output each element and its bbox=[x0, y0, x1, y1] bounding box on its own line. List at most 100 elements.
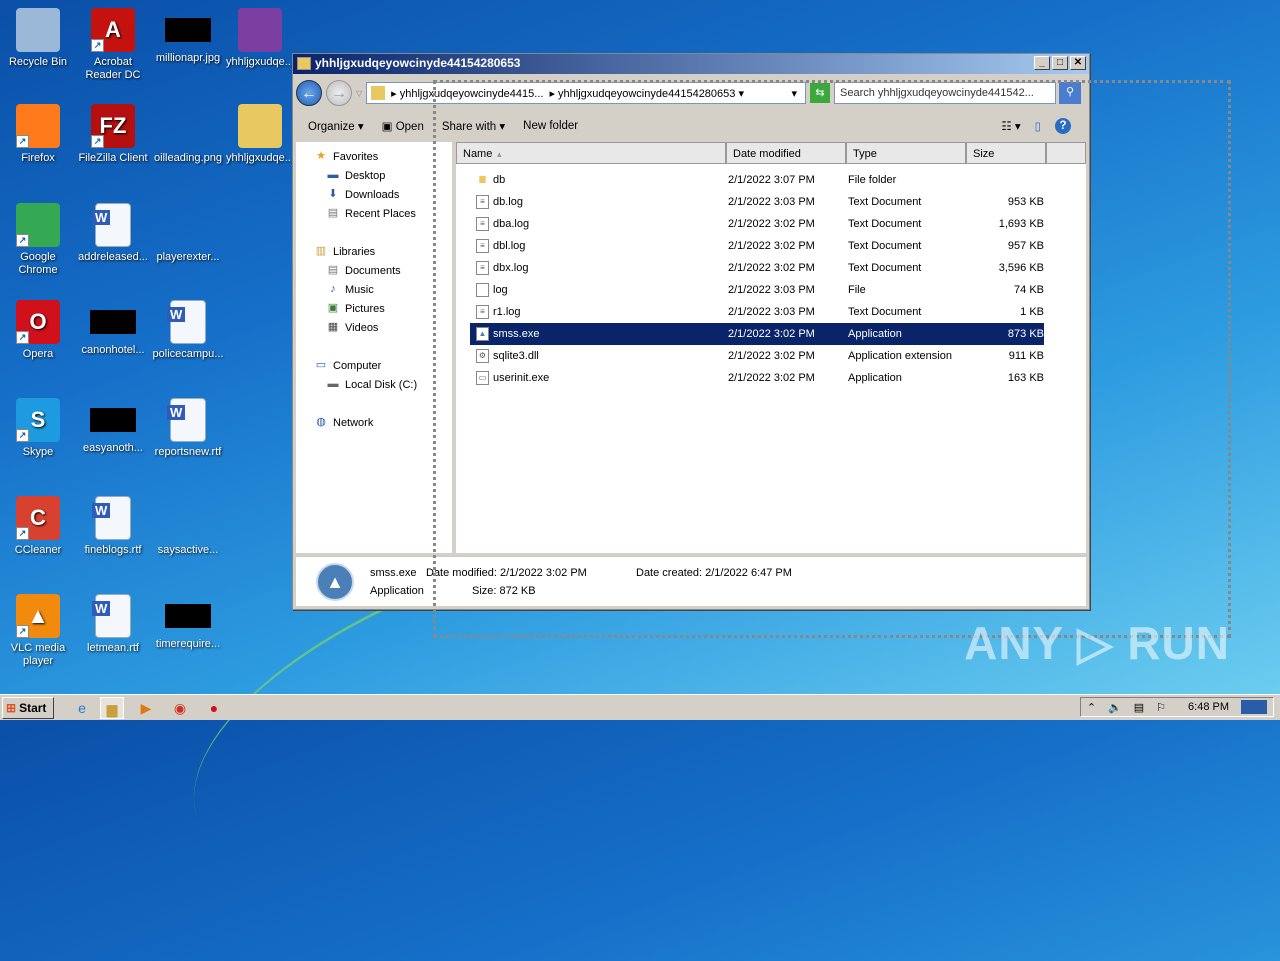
nav-item-downloads[interactable]: ⬇ Downloads bbox=[326, 188, 399, 201]
desktop-icon[interactable]: C ↗ CCleaner bbox=[0, 496, 76, 557]
desktop-icon[interactable]: O ↗ Opera bbox=[0, 300, 76, 361]
forward-button[interactable]: → bbox=[326, 80, 352, 106]
nav-item-documents[interactable]: ▤ Documents bbox=[326, 264, 401, 277]
desktop-icon[interactable]: Wletmean.rtf bbox=[75, 594, 151, 655]
desktop-icon-label: Firefox bbox=[21, 152, 55, 164]
file-row[interactable]: ≡ db.log 2/1/2022 3:03 PM Text Document 953 … bbox=[470, 191, 1044, 213]
explorer-taskbar-icon[interactable]: ▆ bbox=[100, 696, 124, 719]
desktop-icon[interactable]: ↗ Google Chrome bbox=[0, 203, 76, 277]
show-desktop-button[interactable] bbox=[1241, 700, 1267, 714]
nav-item-videos[interactable]: ▦ Videos bbox=[326, 321, 379, 334]
desktop-icon[interactable]: ▲ ↗ VLC media player bbox=[0, 594, 76, 668]
desktop-icon[interactable]: Recycle Bin bbox=[0, 8, 76, 69]
desktop-icon[interactable]: saysactive... bbox=[150, 496, 226, 557]
desktop-icon[interactable]: A ↗ Acrobat Reader DC bbox=[75, 8, 151, 82]
details-created: Date created: 2/1/2022 6:47 PM bbox=[636, 567, 792, 579]
documents-icon: ▤ bbox=[327, 264, 339, 276]
file-row[interactable]: ≡ r1.log 2/1/2022 3:03 PM Text Document 1 KB bbox=[470, 301, 1044, 323]
network-warning-icon[interactable]: ▤ bbox=[1134, 701, 1144, 714]
desktop-icon[interactable]: yhhljgxudqe... bbox=[222, 104, 298, 165]
open-button[interactable]: ▣ Open bbox=[382, 119, 424, 133]
opera-icon[interactable]: ● bbox=[202, 697, 226, 719]
address-dropdown-icon[interactable]: ▾ bbox=[791, 87, 797, 100]
file-row[interactable]: ⚙ sqlite3.dll 2/1/2022 3:02 PM Application … bbox=[470, 345, 1044, 367]
blank-file-icon bbox=[166, 104, 210, 148]
desktop-icon[interactable]: playerexter... bbox=[150, 203, 226, 264]
firefox-icon: ↗ bbox=[16, 104, 60, 148]
ie-icon[interactable]: e bbox=[70, 697, 94, 719]
desktop-icon[interactable]: S ↗ Skype bbox=[0, 398, 76, 459]
minimize-button[interactable]: _ bbox=[1034, 56, 1050, 70]
breadcrumb-current[interactable]: ▸ yhhljgxudqeyowcinyde44154280653 ▾ bbox=[549, 87, 744, 100]
desktop-icon[interactable]: timerequire... bbox=[150, 594, 226, 651]
desktop-icon[interactable]: yhhljgxudqe... bbox=[222, 8, 298, 69]
new-folder-button[interactable]: New folder bbox=[523, 120, 578, 132]
file-size: 3,596 KB bbox=[998, 262, 1044, 274]
refresh-button[interactable]: ⇆ bbox=[810, 83, 830, 103]
nav-item-network[interactable]: ◍ Network bbox=[314, 416, 373, 429]
view-options-icon[interactable]: ☷ ▾ bbox=[1001, 119, 1020, 133]
help-icon[interactable]: ? bbox=[1055, 118, 1071, 134]
exe-icon: ▭ bbox=[476, 371, 489, 385]
nav-item-favorites[interactable]: ★ Favorites bbox=[314, 150, 378, 163]
nav-item-local-disk-c-[interactable]: ▬ Local Disk (C:) bbox=[326, 378, 418, 391]
file-name: r1.log bbox=[493, 306, 521, 318]
file-row[interactable]: log 2/1/2022 3:03 PM File 74 KB bbox=[470, 279, 1044, 301]
title-bar[interactable]: yhhljgxudqeyowcinyde44154280653 _ □ ✕ bbox=[293, 54, 1089, 74]
nav-item-pictures[interactable]: ▣ Pictures bbox=[326, 302, 385, 315]
column-header-date[interactable]: Date modified bbox=[726, 142, 846, 164]
file-size: 953 KB bbox=[1007, 196, 1044, 208]
preview-pane-icon[interactable]: ▯ bbox=[1035, 119, 1041, 133]
address-bar[interactable]: ▸ yhhljgxudqeyowcinyde4415... ▸ yhhljgxu… bbox=[366, 82, 806, 104]
file-type: Text Document bbox=[848, 196, 922, 208]
maximize-button[interactable]: □ bbox=[1052, 56, 1068, 70]
app-icon: ▲ bbox=[316, 563, 354, 601]
column-header-size[interactable]: Size bbox=[966, 142, 1046, 164]
back-button[interactable]: ← bbox=[296, 80, 322, 106]
column-header-name[interactable]: Name ▲ bbox=[456, 142, 726, 164]
folder-icon bbox=[371, 86, 386, 100]
desktop-icon[interactable]: Wpolicecampu... bbox=[150, 300, 226, 361]
start-button[interactable]: ⊞ Start bbox=[2, 696, 54, 719]
nav-item-libraries[interactable]: ▥ Libraries bbox=[314, 245, 375, 258]
search-icon[interactable]: ⚲ bbox=[1059, 82, 1081, 104]
nav-item-computer[interactable]: ▭ Computer bbox=[314, 359, 382, 372]
desktop-icon[interactable]: Waddreleased... bbox=[75, 203, 151, 264]
desktop-icon-label: playerexter... bbox=[156, 251, 220, 263]
media-player-icon[interactable]: ▶ bbox=[134, 697, 158, 719]
desktop-icon[interactable]: Wreportsnew.rtf bbox=[150, 398, 226, 459]
search-input[interactable]: Search yhhljgxudqeyowcinyde441542... ⚲ bbox=[834, 82, 1081, 104]
file-row[interactable]: ▆ db 2/1/2022 3:07 PM File folder bbox=[470, 169, 1044, 191]
share-with-button[interactable]: Share with ▾ bbox=[442, 119, 505, 133]
recent-dropdown-icon[interactable]: ▽ bbox=[356, 89, 362, 98]
chrome-icon[interactable]: ◉ bbox=[168, 697, 192, 719]
desktop-icon[interactable]: millionapr.jpg bbox=[150, 8, 226, 65]
desktop-icon[interactable]: canonhotel... bbox=[75, 300, 151, 357]
close-button[interactable]: ✕ bbox=[1070, 56, 1086, 70]
desktop-icon-label: millionapr.jpg bbox=[155, 52, 221, 64]
nav-item-music[interactable]: ♪ Music bbox=[326, 283, 373, 296]
nav-item-desktop[interactable]: ▬ Desktop bbox=[326, 169, 386, 182]
file-row[interactable]: ▭ userinit.exe 2/1/2022 3:02 PM Application… bbox=[470, 367, 1044, 389]
desktop-icon[interactable]: Wfineblogs.rtf bbox=[75, 496, 151, 557]
desktop-icon[interactable]: oilleading.png bbox=[150, 104, 226, 165]
show-hidden-icons[interactable]: ⌃ bbox=[1087, 701, 1096, 714]
volume-icon[interactable]: 🔈 bbox=[1108, 701, 1122, 714]
action-center-flag-icon[interactable]: ⚐ bbox=[1156, 701, 1166, 714]
file-row[interactable]: ≡ dba.log 2/1/2022 3:02 PM Text Document 1,6… bbox=[470, 213, 1044, 235]
nav-item-recent-places[interactable]: ▤ Recent Places bbox=[326, 207, 416, 220]
desktop-icon[interactable]: ↗ Firefox bbox=[0, 104, 76, 165]
organize-button[interactable]: Organize ▾ bbox=[308, 119, 364, 133]
file-row[interactable]: ▲ smss.exe 2/1/2022 3:02 PM Application 873 … bbox=[470, 323, 1044, 345]
desktop-icon[interactable]: easyanoth... bbox=[75, 398, 151, 455]
file-row[interactable]: ≡ dbl.log 2/1/2022 3:02 PM Text Document 957… bbox=[470, 235, 1044, 257]
column-header-type[interactable]: Type bbox=[846, 142, 966, 164]
file-date: 2/1/2022 3:03 PM bbox=[728, 196, 815, 208]
breadcrumb-parent[interactable]: ▸ yhhljgxudqeyowcinyde4415... bbox=[391, 87, 543, 100]
clock[interactable]: 6:48 PM bbox=[1188, 701, 1229, 713]
file-name: db.log bbox=[493, 196, 523, 208]
shortcut-arrow-icon: ↗ bbox=[91, 135, 104, 148]
text-file-icon: ≡ bbox=[476, 261, 489, 275]
file-row[interactable]: ≡ dbx.log 2/1/2022 3:02 PM Text Document 3,5… bbox=[470, 257, 1044, 279]
desktop-icon[interactable]: FZ ↗ FileZilla Client bbox=[75, 104, 151, 165]
